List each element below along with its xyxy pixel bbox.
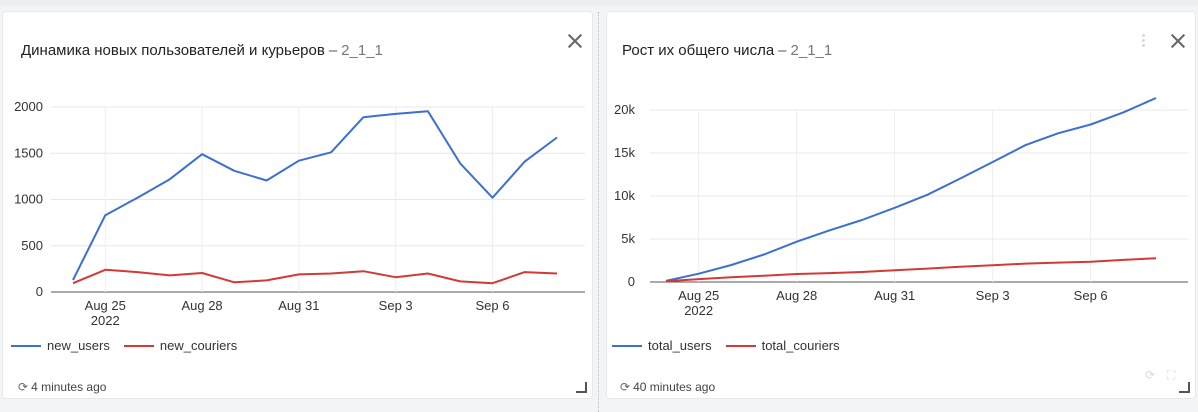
legend-item-new-couriers[interactable]: new_couriers (123, 338, 238, 353)
legend-item-new-users[interactable]: new_users (11, 338, 110, 353)
resize-handle-icon[interactable] (576, 382, 587, 393)
x-year-label: 2022 (684, 303, 713, 318)
legend-label: total_users (648, 338, 712, 353)
last-updated-text: 40 minutes ago (633, 380, 716, 394)
legend-swatch (11, 344, 41, 347)
legend-label: total_couriers (761, 338, 840, 353)
refresh-icon[interactable]: ⟳ (620, 380, 630, 394)
x-tick-label: Aug 31 (874, 288, 915, 303)
legend-item-total-users[interactable]: total_users (612, 338, 712, 353)
last-updated-text: 4 minutes ago (31, 380, 107, 394)
x-tick-label: Aug 28 (776, 288, 817, 303)
x-tick-label: Sep 3 (976, 288, 1010, 303)
legend-label: new_users (47, 338, 110, 353)
legend-swatch (725, 344, 756, 347)
y-tick-label: 0 (628, 274, 635, 289)
y-tick-label: 1500 (14, 145, 43, 160)
y-tick-label: 20k (614, 102, 635, 117)
line-chart: 0 5k 10k 15k 20k Aug 25 Aug 28 Aug 31 Sep 3 Sep 6… (614, 97, 1188, 318)
y-tick-label: 0 (36, 284, 43, 299)
resize-handle-icon[interactable] (1179, 382, 1190, 393)
dashboard-top-strip (0, 0, 1198, 6)
legend-swatch (123, 344, 154, 347)
x-tick-label: Aug 25 (678, 288, 719, 303)
chart-card-new-users[interactable]: Динамика новых пользователей и курьеров –… (3, 12, 592, 398)
y-tick-label: 2000 (14, 99, 43, 114)
series-line-new-couriers (72, 268, 558, 285)
chart-legend: total_users total_couriers (612, 338, 840, 353)
legend-swatch (612, 344, 642, 347)
y-tick-label: 1000 (14, 192, 43, 207)
x-tick-label: Sep 6 (475, 298, 509, 313)
x-tick-label: Aug 25 (85, 298, 126, 313)
y-tick-label: 5k (621, 231, 635, 246)
x-year-label: 2022 (91, 313, 120, 328)
x-tick-label: Sep 3 (379, 298, 413, 313)
last-updated: ⟳ 40 minutes ago (620, 380, 715, 394)
series-line-total-users (665, 97, 1157, 282)
grid-guide-line (598, 12, 599, 412)
y-tick-label: 10k (614, 188, 635, 203)
chart-card-total[interactable]: Рост их общего числа –2_1_1 0 5k 10k 15k 20k A… (607, 12, 1195, 398)
refresh-icon[interactable]: ⟳ (18, 380, 28, 394)
legend-item-total-couriers[interactable]: total_couriers (725, 338, 840, 353)
last-updated: ⟳ 4 minutes ago (18, 380, 106, 394)
x-tick-label: Aug 31 (278, 298, 319, 313)
line-chart: 0 500 1000 1500 2000 Aug 25 Aug 28 Aug 31 Sep 3 S… (14, 99, 585, 328)
sync-icon[interactable]: ⟳ (1145, 368, 1155, 382)
x-tick-label: Sep 6 (1074, 288, 1108, 303)
y-tick-label: 500 (21, 238, 43, 253)
series-line-new-users (72, 110, 558, 281)
x-tick-label: Aug 28 (181, 298, 222, 313)
y-tick-label: 15k (614, 145, 635, 160)
fullscreen-icon[interactable]: ⛶ (1167, 368, 1175, 383)
chart-legend: new_users new_couriers (11, 338, 237, 353)
legend-label: new_couriers (159, 338, 238, 353)
